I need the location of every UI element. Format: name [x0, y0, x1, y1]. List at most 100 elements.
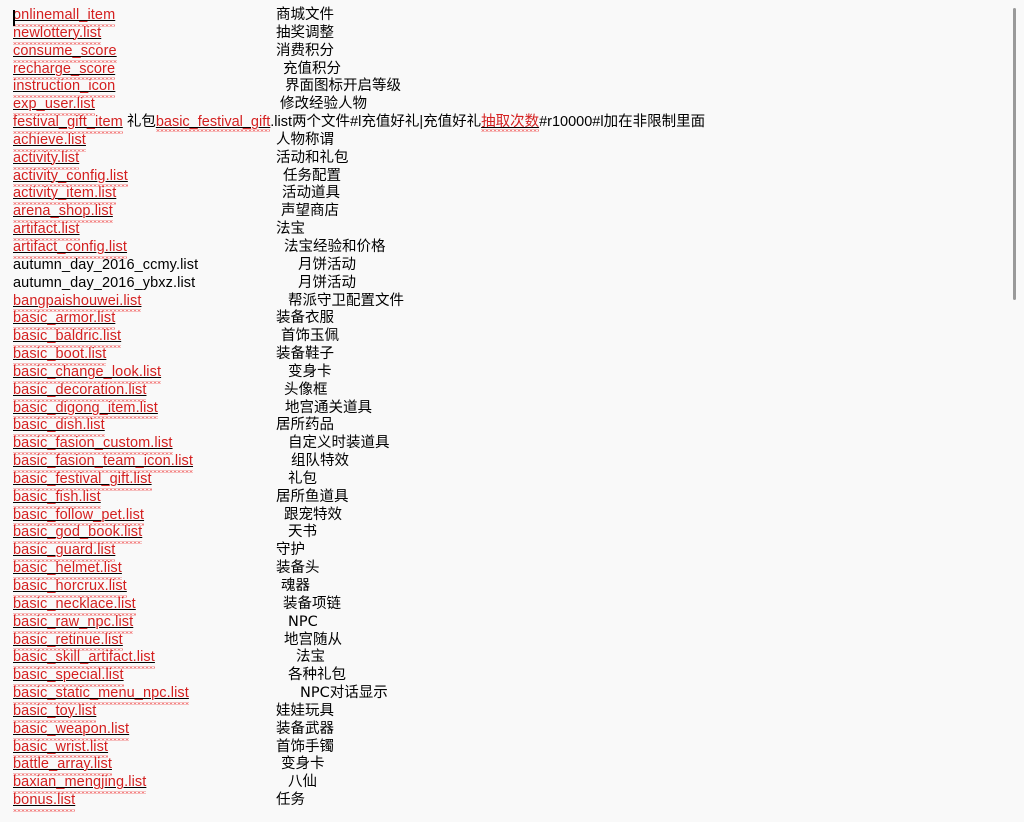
file-description: 魂器: [281, 578, 310, 594]
document-line[interactable]: autumn_day_2016_ccmy.list 月饼活动: [0, 257, 1000, 275]
document-line[interactable]: newlottery.list 抽奖调整: [0, 24, 1000, 43]
document-line[interactable]: basic_change_look.list 变身卡: [0, 363, 1000, 382]
text-caret: [13, 10, 15, 26]
document-text-area[interactable]: onlinemall_item 商城文件 newlottery.list 抽奖调整 co…: [0, 7, 1000, 822]
file-description: 月饼活动: [298, 274, 356, 291]
document-line[interactable]: basic_digong_item.list 地宫通关道具: [0, 399, 1000, 418]
file-description: NPC: [288, 613, 318, 630]
document-line[interactable]: onlinemall_item 商城文件: [0, 7, 1000, 25]
vertical-scrollbar[interactable]: [1008, 0, 1024, 822]
document-line[interactable]: artifact.list 法宝: [0, 221, 1000, 239]
document-line[interactable]: basic_baldric.list 首饰玉佩: [0, 328, 1000, 347]
document-line[interactable]: basic_weapon.list 装备武器: [0, 720, 1000, 739]
file-description: 任务: [276, 792, 305, 809]
file-description: 首饰手镯: [276, 738, 334, 755]
file-note-fragment: #r10000#l加在非限制里面: [539, 114, 706, 131]
document-line[interactable]: basic_skill_artifact.list 法宝: [0, 649, 1000, 668]
document-line[interactable]: battle_array.list 变身卡: [0, 756, 1000, 775]
document-line[interactable]: basic_guard.list 守护: [0, 542, 1000, 561]
document-line[interactable]: festival_gift_item 礼包basic_festival_gift…: [0, 114, 1000, 132]
document-line[interactable]: basic_dish.list 居所药品: [0, 417, 1000, 436]
document-line[interactable]: basic_necklace.list 装备项链: [0, 595, 1000, 614]
file-description: 法宝: [296, 649, 325, 666]
file-description: 居所药品: [276, 417, 334, 434]
file-description: 八仙: [288, 774, 317, 791]
file-note-fragment: basic_festival_gift: [155, 114, 271, 131]
document-line[interactable]: basic_festival_gift.list 礼包: [0, 470, 1000, 489]
document-line[interactable]: basic_helmet.list 装备头: [0, 560, 1000, 579]
document-line[interactable]: autumn_day_2016_ybxz.list 月饼活动: [0, 275, 1000, 293]
file-description: 任务配置: [283, 167, 341, 184]
file-name: bonus.list: [13, 792, 76, 812]
document-line[interactable]: bonus.list 任务: [0, 792, 1000, 810]
document-line[interactable]: achieve.list 人物称谓: [0, 131, 1000, 150]
file-description: 娃娃玩具: [276, 702, 334, 719]
file-description: 首饰玉佩: [281, 328, 339, 345]
file-description: 人物称谓: [276, 131, 334, 148]
document-line[interactable]: basic_fish.list 居所鱼道具: [0, 488, 1000, 507]
file-description: 装备项链: [283, 595, 341, 612]
document-line[interactable]: basic_wrist.list 首饰手镯: [0, 738, 1000, 757]
document-line[interactable]: recharge_score 充值积分: [0, 60, 1000, 79]
file-description: 商城文件: [276, 7, 334, 23]
file-description: 各种礼包: [288, 667, 346, 684]
file-description: 礼包: [288, 470, 317, 487]
file-description: 帮派守卫配置文件: [288, 292, 404, 309]
file-description: 消费积分: [276, 42, 334, 59]
file-description: 界面图标开启等级: [285, 78, 401, 95]
file-note-fragment: 抽取次数: [481, 114, 540, 131]
document-line[interactable]: basic_fasion_team_icon.list 组队特效: [0, 453, 1000, 471]
document-line[interactable]: instruction_icon 界面图标开启等级: [0, 78, 1000, 97]
file-description: 法宝: [276, 221, 305, 238]
document-line[interactable]: basic_armor.list 装备衣服: [0, 310, 1000, 329]
file-description: 天书: [288, 524, 317, 541]
file-description: 充值积分: [283, 60, 341, 77]
document-line[interactable]: arena_shop.list 声望商店: [0, 203, 1000, 222]
document-line[interactable]: basic_decoration.list 头像框: [0, 381, 1000, 400]
document-line[interactable]: basic_boot.list 装备鞋子: [0, 346, 1000, 364]
document-line[interactable]: basic_retinue.list 地宫随从: [0, 631, 1000, 650]
file-description: 声望商店: [281, 203, 339, 220]
document-line[interactable]: basic_toy.list 娃娃玩具: [0, 702, 1000, 721]
file-description: 法宝经验和价格: [284, 238, 386, 255]
file-description: 地宫随从: [284, 631, 342, 648]
document-surface[interactable]: onlinemall_item 商城文件 newlottery.list 抽奖调整 co…: [0, 0, 1024, 822]
document-line[interactable]: baxian_mengjing.list 八仙: [0, 774, 1000, 793]
document-line[interactable]: bangpaishouwei.list 帮派守卫配置文件: [0, 292, 1000, 311]
document-line[interactable]: artifact_config.list 法宝经验和价格: [0, 238, 1000, 257]
document-line[interactable]: activity_config.list 任务配置: [0, 167, 1000, 186]
document-line[interactable]: basic_horcrux.list 魂器: [0, 578, 1000, 596]
file-description: 装备衣服: [276, 310, 334, 327]
file-description: 头像框: [284, 381, 328, 398]
document-line[interactable]: activity.list 活动和礼包: [0, 149, 1000, 168]
file-description: 跟宠特效: [284, 506, 342, 523]
file-description: 抽奖调整: [276, 24, 334, 41]
document-line[interactable]: basic_special.list 各种礼包: [0, 667, 1000, 686]
file-description: 装备武器: [276, 720, 334, 737]
file-description: 活动道具: [282, 185, 340, 202]
document-line[interactable]: basic_static_menu_npc.list NPC对话显示: [0, 685, 1000, 703]
document-line[interactable]: basic_raw_npc.list NPC: [0, 613, 1000, 632]
file-description: NPC对话显示: [300, 685, 388, 702]
file-description: 组队特效: [291, 453, 349, 470]
file-note-fragment: 礼包: [122, 114, 156, 131]
file-description: 装备头: [276, 560, 320, 577]
document-line[interactable]: exp_user.list 修改经验人物: [0, 96, 1000, 115]
document-line[interactable]: basic_follow_pet.list 跟宠特效: [0, 506, 1000, 525]
document-line[interactable]: activity_item.list 活动道具: [0, 185, 1000, 204]
file-name: autumn_day_2016_ccmy.list: [13, 256, 199, 273]
document-line[interactable]: basic_fasion_custom.list 自定义时装道具: [0, 435, 1000, 454]
file-description: 自定义时装道具: [288, 435, 390, 452]
file-description: 月饼活动: [298, 256, 356, 273]
document-line[interactable]: consume_score 消费积分: [0, 42, 1000, 61]
file-description: 变身卡: [281, 756, 325, 773]
document-line[interactable]: basic_god_book.list 天书: [0, 524, 1000, 543]
file-description: 活动和礼包: [276, 149, 349, 166]
file-description: 居所鱼道具: [276, 488, 349, 505]
vertical-scrollbar-thumb[interactable]: [1013, 8, 1016, 300]
file-description: 守护: [276, 542, 305, 559]
file-name: autumn_day_2016_ybxz.list: [13, 274, 196, 291]
file-description: 修改经验人物: [280, 96, 367, 113]
file-description: 地宫通关道具: [285, 399, 372, 416]
file-note-fragment: .list两个文件#l充值好礼|充值好礼: [270, 114, 482, 131]
